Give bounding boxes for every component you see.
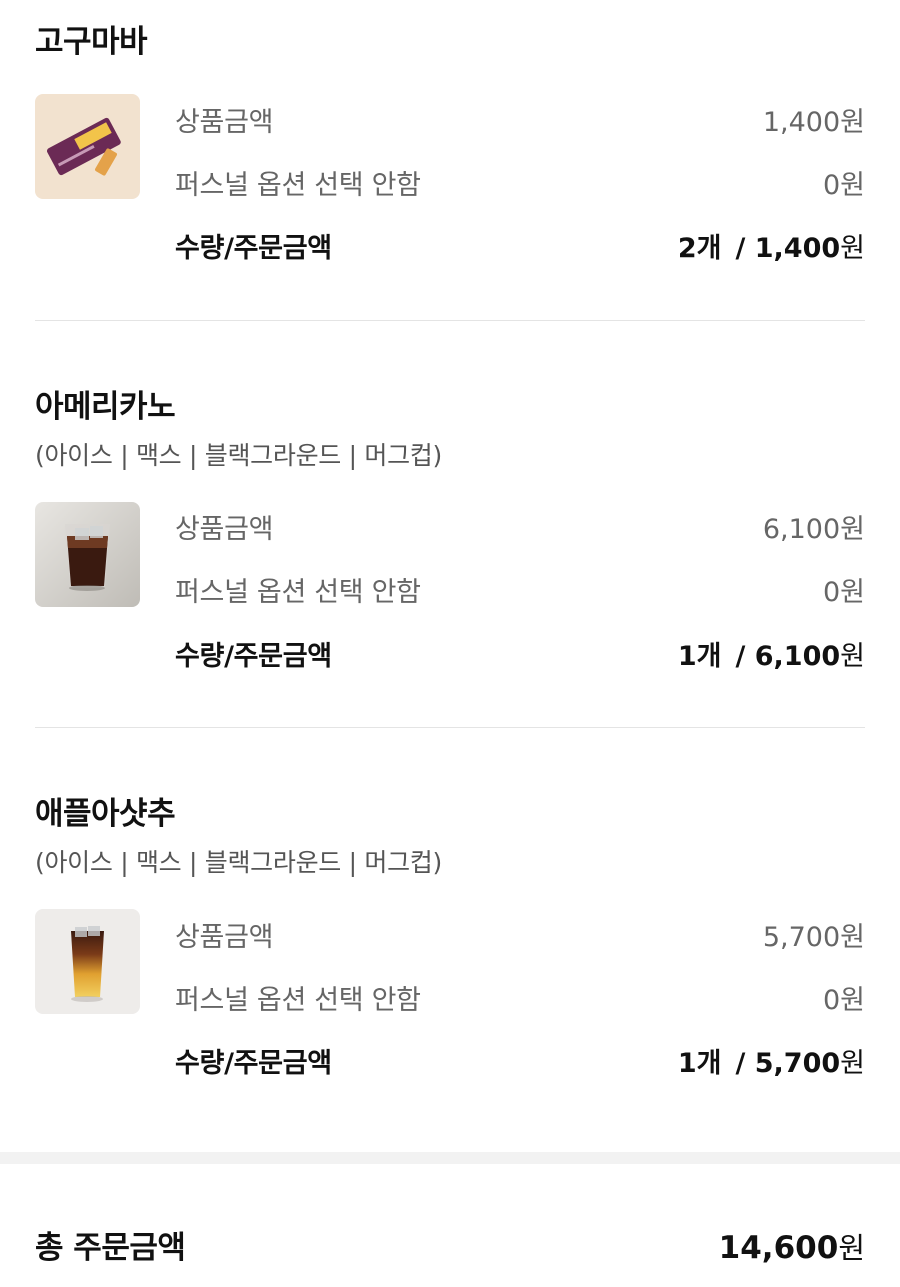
- quantity-total-row: 수량/주문금액 1개/ 5,700원: [175, 1041, 865, 1080]
- price-row: 상품금액 6,100원: [175, 507, 865, 546]
- price-row: 상품금액 1,400원: [175, 100, 865, 139]
- price-value: 1,400원: [762, 107, 865, 138]
- divider: [35, 727, 865, 728]
- quantity-total-row: 수량/주문금액 2개/ 1,400원: [175, 226, 865, 265]
- order-summary: 고구마바 상품금액 1,400원 퍼스널 옵션 선택 안함 0원 수량/주문금액…: [0, 0, 900, 1287]
- quantity: 1개: [677, 1048, 722, 1079]
- product-thumbnail-sweet-potato-bar: [35, 94, 140, 199]
- divider: [35, 320, 865, 321]
- product-thumbnail-apple-shot: [35, 909, 140, 1014]
- personal-option-label: 퍼스널 옵션 선택 안함: [175, 985, 421, 1016]
- quantity-total-label: 수량/주문금액: [175, 1048, 332, 1079]
- grand-total-row: 총 주문금액 14,600원: [35, 1222, 865, 1267]
- personal-option-row: 퍼스널 옵션 선택 안함 0원: [175, 978, 865, 1017]
- item-name: 아메리카노: [35, 389, 176, 425]
- quantity-total-label: 수량/주문금액: [175, 641, 332, 672]
- personal-option-label: 퍼스널 옵션 선택 안함: [175, 170, 421, 201]
- price-label: 상품금액: [175, 107, 274, 138]
- personal-option-value: 0원: [822, 985, 865, 1016]
- grand-total-label: 총 주문금액: [35, 1230, 186, 1266]
- price-label: 상품금액: [175, 922, 274, 953]
- personal-option-row: 퍼스널 옵션 선택 안함 0원: [175, 570, 865, 609]
- item-name: 고구마바: [35, 24, 148, 60]
- section-separator: [0, 1152, 900, 1164]
- personal-option-value: 0원: [822, 170, 865, 201]
- price-value: 5,700원: [762, 922, 865, 953]
- price-value: 6,100원: [762, 514, 865, 545]
- price-label: 상품금액: [175, 514, 274, 545]
- price-row: 상품금액 5,700원: [175, 915, 865, 954]
- quantity: 2개: [677, 233, 722, 264]
- personal-option-value: 0원: [822, 577, 865, 608]
- item-options: (아이스 | 맥스 | 블랙그라운드 | 머그컵): [35, 441, 442, 470]
- quantity-total-row: 수량/주문금액 1개/ 6,100원: [175, 634, 865, 673]
- personal-option-row: 퍼스널 옵션 선택 안함 0원: [175, 163, 865, 202]
- quantity-total-label: 수량/주문금액: [175, 233, 332, 264]
- quantity-total-value: 2개/ 1,400원: [677, 233, 865, 264]
- personal-option-label: 퍼스널 옵션 선택 안함: [175, 577, 421, 608]
- product-thumbnail-americano: [35, 502, 140, 607]
- item-options: (아이스 | 맥스 | 블랙그라운드 | 머그컵): [35, 848, 442, 877]
- grand-total-value: 14,600원: [718, 1230, 865, 1266]
- quantity-total-value: 1개/ 5,700원: [677, 1048, 865, 1079]
- quantity: 1개: [677, 641, 722, 672]
- item-name: 애플아샷추: [35, 796, 176, 832]
- quantity-total-value: 1개/ 6,100원: [677, 641, 865, 672]
